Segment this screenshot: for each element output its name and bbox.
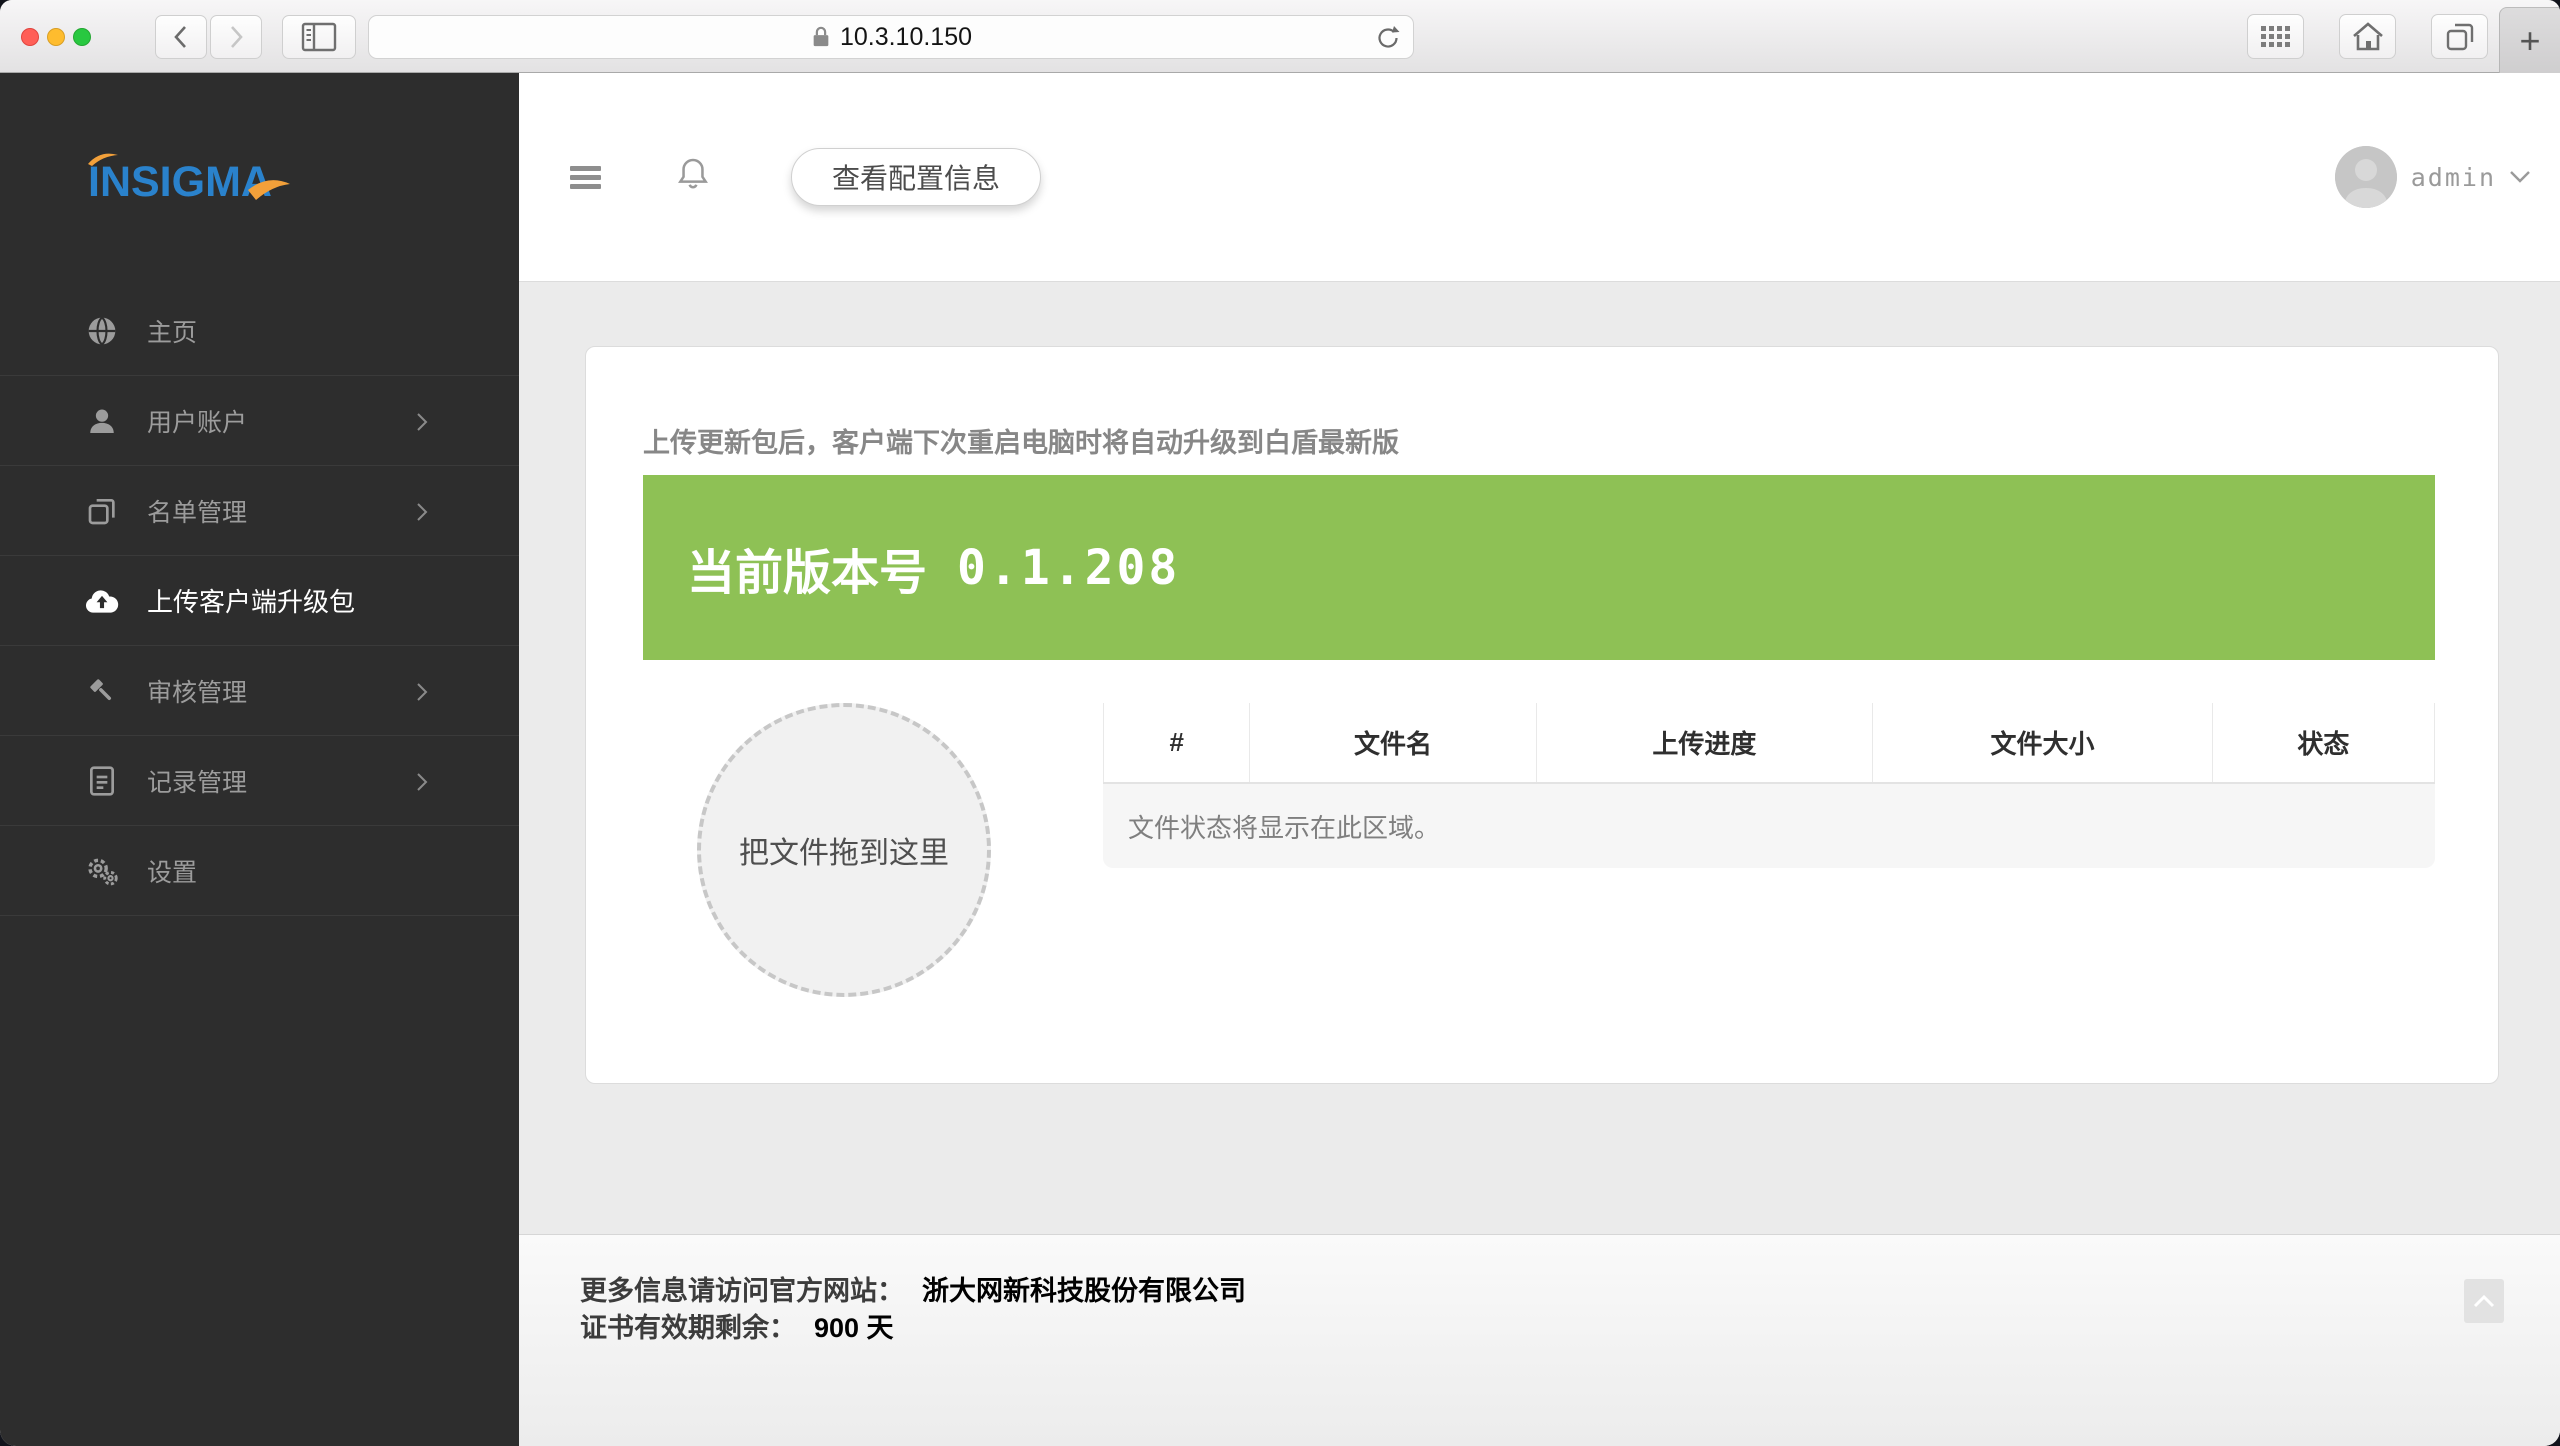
footer-cert-line: 证书有效期剩余： 900 天 — [580, 1310, 2560, 1347]
notifications-bell-icon[interactable] — [675, 155, 711, 200]
sidebar-item-label: 主页 — [147, 313, 197, 349]
chevron-right-icon — [415, 500, 429, 529]
sidebar-item-user-accounts[interactable]: 用户账户 — [0, 376, 519, 466]
content-area: 查看配置信息 admin 上传更新包后，客户端下次重启电脑时将自动升级到白盾最新… — [519, 73, 2560, 1446]
upload-table: # 文件名 上传进度 文件大小 状态 文件状态将显示在此区域。 — [1103, 703, 2435, 868]
refresh-button[interactable] — [1373, 23, 1403, 58]
svg-text:INSIGMA: INSIGMA — [88, 158, 272, 206]
forward-button[interactable] — [210, 15, 262, 59]
top-sites-button[interactable] — [2247, 14, 2304, 59]
version-label: 当前版本号 — [687, 533, 927, 603]
app-root: INSIGMA 主页 用户账户 — [0, 73, 2560, 1446]
view-config-button[interactable]: 查看配置信息 — [791, 148, 1041, 206]
upgrade-notice-text: 上传更新包后，客户端下次重启电脑时将自动升级到白盾最新版 — [643, 347, 2435, 460]
footer-website-value: 浙大网新科技股份有限公司 — [922, 1276, 1246, 1306]
avatar — [2335, 146, 2397, 208]
footer-cert-label: 证书有效期剩余： — [580, 1313, 796, 1343]
browser-window: 10.3.10.150 — [0, 0, 2560, 1446]
new-tab-button[interactable]: + — [2499, 7, 2560, 73]
file-dropzone[interactable]: 把文件拖到这里 — [697, 703, 991, 997]
url-text: 10.3.10.150 — [840, 23, 972, 52]
col-header-status: 状态 — [2212, 703, 2434, 783]
col-header-index: # — [1104, 703, 1250, 783]
user-menu[interactable]: admin — [2335, 146, 2532, 208]
sidebar-item-label: 设置 — [147, 853, 197, 889]
refresh-icon — [1373, 23, 1403, 53]
cloud-upload-icon — [84, 586, 120, 616]
sidebar-item-settings[interactable]: 设置 — [0, 826, 519, 916]
back-button[interactable] — [155, 15, 207, 59]
footer-website-line: 更多信息请访问官方网站： 浙大网新科技股份有限公司 — [580, 1273, 2560, 1310]
tabs-icon — [2444, 21, 2476, 53]
minimize-window-button[interactable] — [47, 28, 65, 46]
chevron-left-icon — [169, 23, 193, 51]
sidebar-item-label: 用户账户 — [147, 403, 247, 439]
sidebar-item-list-management[interactable]: 名单管理 — [0, 466, 519, 556]
lock-icon — [810, 24, 832, 50]
chevron-right-icon — [415, 770, 429, 799]
chevron-up-icon — [2471, 1292, 2497, 1310]
upload-row: 把文件拖到这里 # 文件名 上传进度 — [643, 703, 2435, 997]
scroll-top-button[interactable] — [2464, 1279, 2504, 1323]
chevron-right-icon — [415, 410, 429, 439]
sidebar-item-label: 记录管理 — [147, 763, 247, 799]
address-bar[interactable]: 10.3.10.150 — [368, 15, 1414, 59]
version-value: 0.1.208 — [957, 540, 1180, 596]
topbar: 查看配置信息 admin — [519, 73, 2560, 282]
main-area: 上传更新包后，客户端下次重启电脑时将自动升级到白盾最新版 当前版本号 0.1.2… — [519, 282, 2560, 1234]
browser-toolbar: 10.3.10.150 — [0, 0, 2560, 73]
footer-website-label: 更多信息请访问官方网站： — [580, 1276, 904, 1306]
col-header-filename: 文件名 — [1250, 703, 1536, 783]
globe-icon — [84, 315, 120, 347]
sidebar-item-label: 审核管理 — [147, 673, 247, 709]
footer: 更多信息请访问官方网站： 浙大网新科技股份有限公司 证书有效期剩余： 900 天 — [519, 1234, 2560, 1446]
sidebar-item-label: 名单管理 — [147, 493, 247, 529]
sidebar-panel-icon — [301, 22, 337, 52]
sidebar-item-label: 上传客户端升级包 — [147, 582, 355, 619]
version-banner: 当前版本号 0.1.208 — [643, 475, 2435, 660]
sidebar-item-upload-client-package[interactable]: 上传客户端升级包 — [0, 556, 519, 646]
close-window-button[interactable] — [21, 28, 39, 46]
col-header-filesize: 文件大小 — [1873, 703, 2212, 783]
window-controls — [21, 28, 91, 46]
gears-icon — [84, 855, 120, 887]
chevron-right-icon — [415, 680, 429, 709]
upload-card: 上传更新包后，客户端下次重启电脑时将自动升级到白盾最新版 当前版本号 0.1.2… — [585, 346, 2499, 1084]
gavel-icon — [84, 675, 120, 707]
table-header-row: # 文件名 上传进度 文件大小 状态 — [1104, 703, 2435, 783]
username-text: admin — [2411, 163, 2496, 192]
sidebar-toggle-button[interactable] — [282, 15, 356, 59]
insigma-logo: INSIGMA — [0, 73, 519, 286]
dropzone-label: 把文件拖到这里 — [739, 828, 949, 872]
grid-icon — [2261, 26, 2290, 47]
sidebar-item-audit-management[interactable]: 审核管理 — [0, 646, 519, 736]
home-button[interactable] — [2339, 14, 2396, 59]
zoom-window-button[interactable] — [73, 28, 91, 46]
chevron-down-icon — [2508, 169, 2532, 185]
footer-cert-value: 900 天 — [814, 1313, 894, 1343]
tab-overview-button[interactable] — [2431, 14, 2488, 59]
copy-icon — [84, 495, 120, 527]
nav-buttons — [155, 15, 262, 59]
chevron-right-icon — [224, 23, 248, 51]
home-icon — [2351, 21, 2385, 53]
table-empty-message: 文件状态将显示在此区域。 — [1103, 784, 2435, 868]
hamburger-menu-icon[interactable] — [570, 162, 601, 193]
file-text-icon — [84, 765, 120, 797]
col-header-progress: 上传进度 — [1536, 703, 1873, 783]
sidebar-menu: 主页 用户账户 名单管理 — [0, 286, 519, 916]
sidebar-item-home[interactable]: 主页 — [0, 286, 519, 376]
sidebar-item-record-management[interactable]: 记录管理 — [0, 736, 519, 826]
sidebar: INSIGMA 主页 用户账户 — [0, 73, 519, 1446]
plus-icon: + — [2519, 20, 2540, 62]
user-icon — [84, 405, 120, 437]
toolbar-right-buttons — [2247, 14, 2488, 59]
